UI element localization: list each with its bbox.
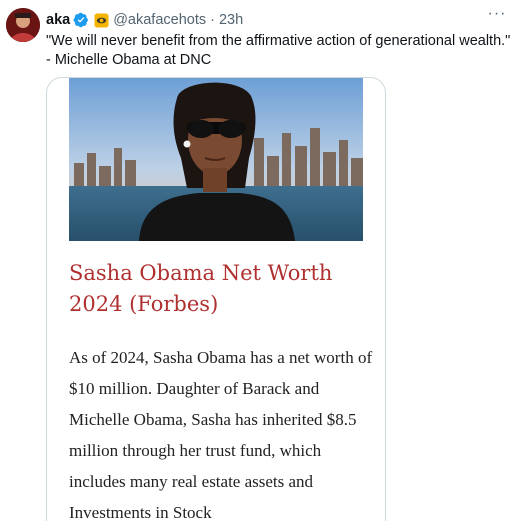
timestamp[interactable]: 23h [219,12,243,28]
avatar[interactable] [6,8,40,42]
tweet-header: aka @akafacehots · 23h [46,10,243,30]
attached-image[interactable]: Sasha Obama Net Worth 2024 (Forbes) As o… [46,77,386,521]
tweet[interactable]: aka @akafacehots · 23h ··· "We will neve… [0,0,517,521]
gold-org-badge-icon [94,12,109,28]
separator-dot: · [210,12,215,28]
photo-illustration [69,78,363,241]
user-handle[interactable]: @akafacehots [113,12,206,28]
avatar-image [6,8,40,42]
article-photo [69,78,363,241]
article-body: As of 2024, Sasha Obama has a net worth … [69,348,373,521]
article-title: Sasha Obama Net Worth 2024 (Forbes) [69,261,333,316]
verified-badge-icon [73,12,89,28]
display-name[interactable]: aka [46,12,70,28]
tweet-text: "We will never benefit from the affirmat… [46,33,511,68]
more-options-icon[interactable]: ··· [485,6,509,28]
